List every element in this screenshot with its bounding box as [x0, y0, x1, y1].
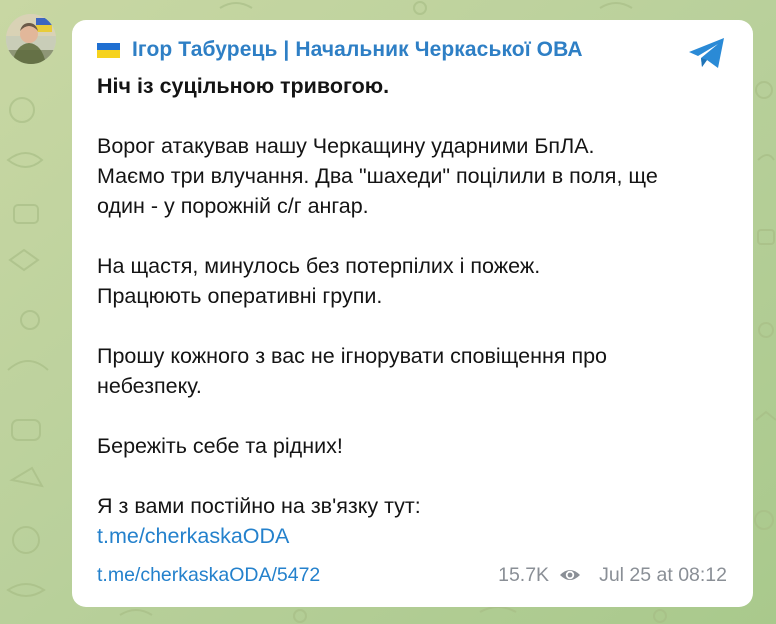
message-bubble: Ігор Табурець | Начальник Черкаської ОВА…: [72, 20, 753, 607]
ukraine-flag-icon: [97, 42, 120, 58]
channel-name[interactable]: Ігор Табурець | Начальник Черкаської ОВА: [132, 38, 583, 62]
message-line: Маємо три влучання. Два "шахеди" поцілил…: [97, 164, 658, 188]
message-line: Прошу кожного з вас не ігнорувати сповіщ…: [97, 344, 607, 368]
contact-line: Я з вами постійно на зв'язку тут:: [97, 494, 421, 518]
contact-link[interactable]: t.me/cherkaskaODA: [97, 524, 289, 548]
message-timestamp: Jul 25 at 08:12: [599, 563, 727, 586]
view-count: 15.7K: [498, 564, 599, 587]
message-line: небезпеку.: [97, 374, 202, 398]
message-line: Ворог атакував нашу Черкащину ударними Б…: [97, 134, 595, 158]
message-headline: Ніч із суцільною тривогою.: [97, 74, 390, 98]
channel-avatar[interactable]: [6, 14, 56, 64]
message-line: Працюють оперативні групи.: [97, 284, 383, 308]
view-count-value: 15.7K: [498, 563, 550, 586]
telegram-share-icon[interactable]: [687, 36, 727, 70]
message-footer: t.me/cherkaskaODA/5472 15.7K Jul 25 at 0…: [97, 560, 727, 590]
message-header: Ігор Табурець | Начальник Черкаської ОВА: [97, 35, 731, 65]
message-line: Бережіть себе та рідних!: [97, 434, 343, 458]
message-line: На щастя, минулось без потерпілих і поже…: [97, 254, 541, 278]
avatar-photo-icon: [6, 14, 56, 64]
eye-icon: [560, 570, 581, 580]
message-text: Ніч із суцільною тривогою. Ворог атакува…: [97, 71, 731, 551]
post-link[interactable]: t.me/cherkaskaODA/5472: [97, 564, 498, 587]
message-line: один - у порожній с/г ангар.: [97, 194, 369, 218]
